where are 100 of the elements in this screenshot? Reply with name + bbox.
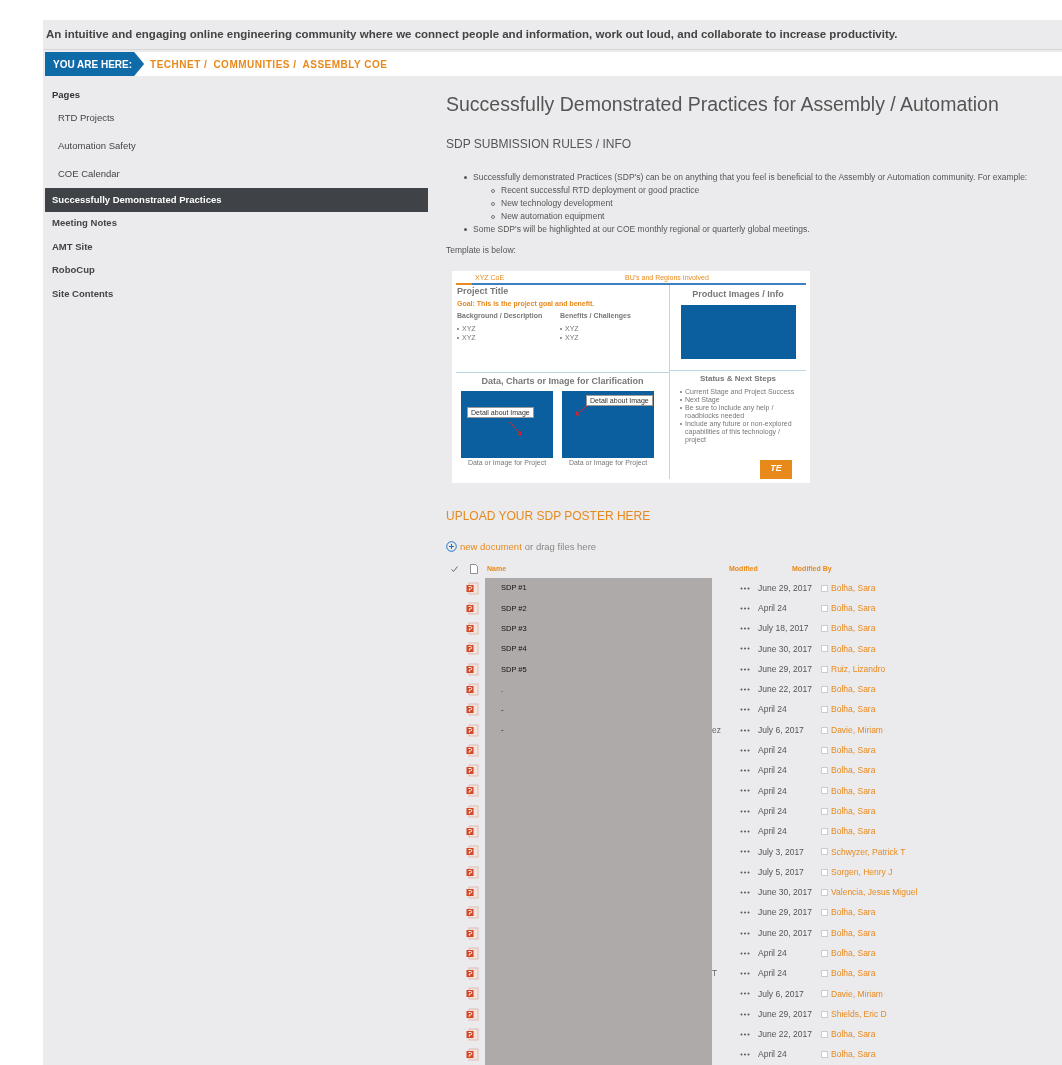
sidebar-heading[interactable]: Pages xyxy=(45,88,428,104)
more-options-icon[interactable] xyxy=(740,728,750,732)
modified-by-link[interactable]: Bolha, Sara xyxy=(831,947,876,960)
more-options-icon[interactable] xyxy=(740,708,750,712)
more-options-icon[interactable] xyxy=(740,667,750,671)
sidebar-item[interactable]: AMT Site xyxy=(45,235,428,259)
sidebar-item[interactable]: Site Contents xyxy=(45,282,428,306)
presence-icon xyxy=(821,746,828,754)
document-icon xyxy=(470,564,478,575)
more-options-icon[interactable] xyxy=(740,890,750,894)
bullet-text: New technology development xyxy=(501,197,613,211)
poster-section-heading: Data, Charts or Image for Clarification xyxy=(480,375,645,388)
more-options-icon[interactable] xyxy=(740,972,750,976)
add-icon[interactable] xyxy=(446,541,457,553)
more-options-icon[interactable] xyxy=(740,870,750,874)
modified-by-link[interactable]: Bolha, Sara xyxy=(831,581,876,595)
sidebar-item[interactable]: Meeting Notes xyxy=(45,211,428,235)
modified-by-link[interactable]: Bolha, Sara xyxy=(831,642,876,656)
powerpoint-file-icon xyxy=(466,642,479,656)
modified-date: July 18, 2017 xyxy=(758,622,810,636)
modified-by-link[interactable]: Bolha, Sara xyxy=(831,764,876,778)
presence-icon xyxy=(821,909,828,917)
more-options-icon[interactable] xyxy=(740,769,750,773)
modified-by-link[interactable]: Davie, Miriam xyxy=(831,987,883,1001)
breadcrumb-link[interactable]: TECHNET / xyxy=(150,56,208,72)
document-name-fragment: T xyxy=(712,967,718,981)
more-options-icon[interactable] xyxy=(740,809,750,813)
modified-date: April 24 xyxy=(758,947,788,960)
modified-by-link[interactable]: Bolha, Sara xyxy=(831,967,876,981)
sidebar-item[interactable]: Automation Safety xyxy=(45,132,428,160)
poster-title: Project Title xyxy=(457,285,510,298)
modified-by-link[interactable]: Bolha, Sara xyxy=(831,1028,876,1041)
bullet-text: Successfully demonstrated Practices (SDP's) can be on anything that you feel is beneficial to the Assembly or Automation community. For example: xyxy=(473,171,1028,185)
you-are-here-label: YOU ARE HERE: xyxy=(45,52,145,76)
more-options-icon[interactable] xyxy=(740,911,750,915)
modified-by-link[interactable]: Davie, Miriam xyxy=(831,723,883,737)
powerpoint-file-icon xyxy=(466,1028,479,1042)
modified-by-link[interactable]: Bolha, Sara xyxy=(831,601,876,615)
modified-by-link[interactable]: Schwyzer, Patrick T xyxy=(831,845,906,859)
bullet-text: Recent successful RTD deployment or good practice xyxy=(501,184,700,198)
more-options-icon[interactable] xyxy=(740,606,750,610)
more-options-icon[interactable] xyxy=(740,992,750,996)
modified-by-link[interactable]: Bolha, Sara xyxy=(831,784,876,798)
modified-by-link[interactable]: Ruiz, Lizandro xyxy=(831,662,886,676)
modified-by-link[interactable]: Bolha, Sara xyxy=(831,804,876,818)
more-options-icon[interactable] xyxy=(740,627,750,631)
breadcrumb-link[interactable]: COMMUNITIES / xyxy=(213,56,297,72)
tagline: An intuitive and engaging online engineering community where we connect people and information, work out loud, and collaborate to increase productivity. xyxy=(43,20,1062,50)
presence-icon xyxy=(821,584,828,592)
more-options-icon[interactable] xyxy=(740,1053,750,1057)
modified-by-link[interactable]: Bolha, Sara xyxy=(831,926,876,940)
modified-by-link[interactable]: Bolha, Sara xyxy=(831,622,876,635)
modified-by-link[interactable]: Bolha, Sara xyxy=(831,683,876,696)
more-options-icon[interactable] xyxy=(740,1033,750,1037)
more-options-icon[interactable] xyxy=(740,1012,750,1016)
more-options-icon[interactable] xyxy=(740,830,750,834)
more-options-icon[interactable] xyxy=(740,647,750,651)
page-title: Successfully Demonstrated Practices for Assembly / Automation xyxy=(446,92,1000,117)
modified-by-link[interactable]: Valencia, Jesus Miguel xyxy=(831,886,918,899)
more-options-icon[interactable] xyxy=(740,951,750,955)
modified-by-link[interactable]: Bolha, Sara xyxy=(831,744,876,757)
modified-date: April 24 xyxy=(758,804,788,818)
modified-by-link[interactable]: Sorgen, Henry J xyxy=(831,865,893,879)
presence-icon xyxy=(821,767,828,775)
modified-date: April 24 xyxy=(758,1048,788,1062)
presence-icon xyxy=(821,604,828,612)
more-options-icon[interactable] xyxy=(740,586,750,590)
new-document-link[interactable]: new document xyxy=(460,539,522,554)
document-name-fragment: ez xyxy=(712,723,721,737)
poster-section-heading: Status & Next Steps xyxy=(699,373,777,385)
powerpoint-file-icon xyxy=(466,885,479,899)
more-options-icon[interactable] xyxy=(740,688,750,691)
modified-by-link[interactable]: Bolha, Sara xyxy=(831,825,876,838)
more-options-icon[interactable] xyxy=(740,748,750,752)
sidebar-item[interactable]: Successfully Demonstrated Practices xyxy=(45,188,428,212)
sidebar-item[interactable]: COE Calendar xyxy=(45,160,428,188)
presence-icon xyxy=(821,848,828,856)
more-options-icon[interactable] xyxy=(740,789,750,793)
sidebar-item[interactable]: RoboCup xyxy=(45,258,428,282)
sidebar-item[interactable]: RTD Projects xyxy=(45,104,428,132)
breadcrumb-link[interactable]: ASSEMBLY COE xyxy=(302,56,388,72)
modified-by-link[interactable]: Bolha, Sara xyxy=(831,703,876,717)
powerpoint-file-icon xyxy=(466,622,479,636)
powerpoint-file-icon xyxy=(466,703,479,717)
modified-date: April 24 xyxy=(758,601,788,615)
modified-date: July 3, 2017 xyxy=(758,845,805,859)
bullet-text: Some SDP's will be highlighted at our COE monthly regional or quarterly global meetings. xyxy=(473,223,810,237)
modified-by-link[interactable]: Shields, Eric D xyxy=(831,1007,887,1021)
presence-icon xyxy=(821,665,828,673)
presence-icon xyxy=(821,929,828,937)
modified-by-link[interactable]: Bolha, Sara xyxy=(831,906,876,920)
powerpoint-file-icon xyxy=(466,926,479,940)
powerpoint-file-icon xyxy=(466,906,479,920)
presence-icon xyxy=(821,726,828,734)
presence-icon xyxy=(821,686,828,693)
more-options-icon[interactable] xyxy=(740,931,750,935)
modified-by-link[interactable]: Bolha, Sara xyxy=(831,1048,876,1062)
presence-icon xyxy=(821,888,828,896)
check-icon[interactable] xyxy=(451,565,458,573)
more-options-icon[interactable] xyxy=(740,850,750,854)
